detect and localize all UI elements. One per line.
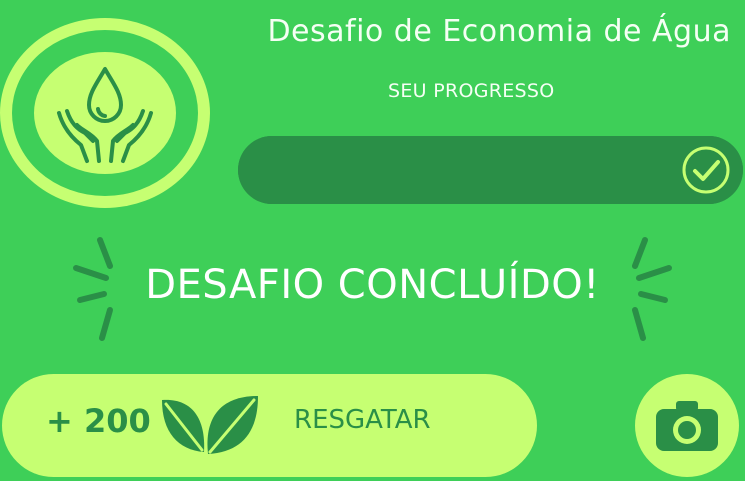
progress-bar (238, 136, 743, 204)
camera-icon (656, 400, 718, 451)
progress-label: SEU PROGRESSO (388, 80, 555, 102)
reward-amount: + 200 (46, 402, 151, 440)
redeem-button[interactable]: RESGATAR (294, 405, 431, 435)
page-title: Desafio de Economia de Água (267, 14, 731, 49)
reward-panel: + 200 RESGATAR (2, 374, 537, 477)
leaves-icon (162, 396, 258, 454)
check-circle-icon (682, 146, 730, 194)
celebration-sparks-right (632, 237, 672, 341)
progress-fill (238, 136, 743, 204)
water-drop-hands-icon (34, 52, 176, 174)
challenge-badge (0, 18, 210, 208)
camera-button[interactable] (635, 374, 739, 477)
